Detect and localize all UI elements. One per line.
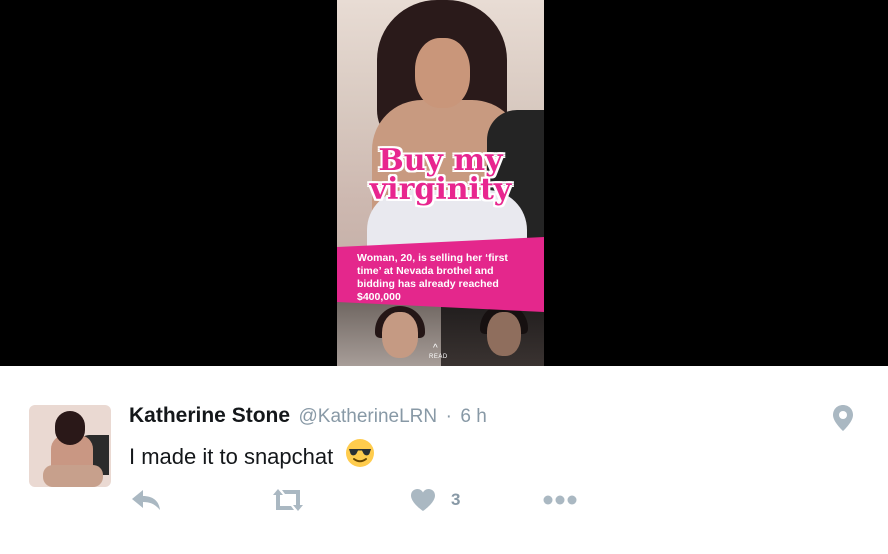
read-chevron-icon[interactable]: ^ <box>433 344 438 354</box>
headline-line-2: virginity <box>369 172 512 207</box>
avatar[interactable] <box>29 405 111 487</box>
retweet-button[interactable] <box>270 486 306 514</box>
location-pin-icon[interactable] <box>832 404 854 432</box>
like-button[interactable]: 3 <box>410 486 460 514</box>
more-dots-icon <box>543 495 577 505</box>
woman-face <box>415 38 470 108</box>
sunglasses-face-icon <box>346 439 375 467</box>
more-button[interactable] <box>542 486 578 514</box>
separator-dot: · <box>445 406 452 427</box>
author-handle[interactable]: @KatherineLRN <box>298 406 437 427</box>
like-count: 3 <box>451 490 461 509</box>
avatar-hair <box>55 411 85 445</box>
tweet: Katherine Stone @KatherineLRN · 6 h I ma… <box>0 366 888 554</box>
tweet-timestamp[interactable]: 6 h <box>460 406 486 427</box>
reply-button[interactable] <box>130 486 162 514</box>
thumbnail-left-face <box>382 312 418 358</box>
reply-icon <box>132 490 160 510</box>
avatar-legs <box>43 465 103 487</box>
media-container[interactable]: Buy my virginity Woman, 20, is selling h… <box>0 0 888 366</box>
tweet-header: Katherine Stone @KatherineLRN · 6 h <box>129 404 487 430</box>
heart-icon <box>411 489 435 511</box>
story-headline: Buy my virginity <box>337 143 544 207</box>
snapchat-story-image[interactable]: Buy my virginity Woman, 20, is selling h… <box>337 0 544 366</box>
author-name[interactable]: Katherine Stone <box>129 404 290 427</box>
thumbnail-right-face <box>487 312 521 356</box>
tweet-actions: 3 <box>0 486 888 516</box>
story-banner-text: Woman, 20, is selling her ‘first time’ a… <box>357 252 508 303</box>
read-label[interactable]: READ <box>429 354 448 360</box>
retweet-icon <box>273 489 303 511</box>
tweet-body: I made it to snapchat <box>129 444 334 469</box>
tweet-text: I made it to snapchat <box>129 438 375 470</box>
headline-line-1: Buy my <box>378 143 503 178</box>
